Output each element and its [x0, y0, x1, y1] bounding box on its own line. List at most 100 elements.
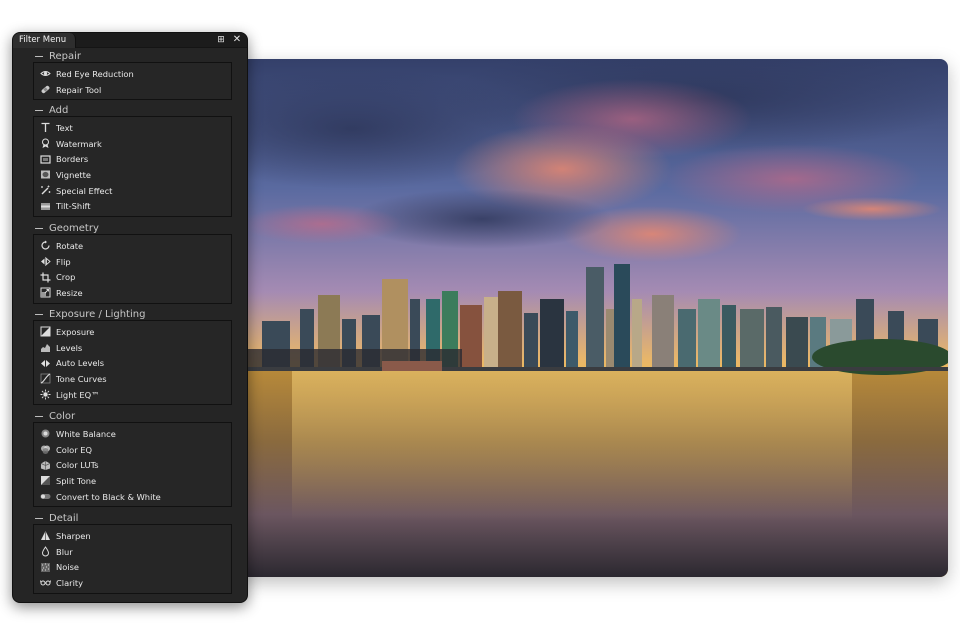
section-title: Geometry [49, 222, 99, 234]
section-items: Exposure Levels Auto Levels Tone Curves Ligh… [33, 320, 232, 406]
filter-menu-panel: Filter Menu ⊞ ✕ Repair Red Eye Reduction R… [12, 32, 248, 603]
filter-item-label: White Balance [56, 428, 116, 439]
magic-wand-icon [40, 185, 51, 196]
color-eq-icon [40, 444, 51, 455]
resize-icon [40, 287, 51, 298]
filter-item-borders[interactable]: Borders [34, 151, 231, 167]
filter-item-label: Auto Levels [56, 358, 105, 369]
pin-icon[interactable]: ⊞ [215, 34, 227, 46]
section-title: Detail [49, 512, 79, 524]
black-white-icon [40, 491, 51, 502]
filter-item-light-eq[interactable]: Light EQ™ [34, 387, 231, 403]
filter-item-label: Sharpen [56, 530, 91, 541]
section-color: Color White Balance Color EQ Color LUTs Spli… [33, 410, 232, 508]
filter-item-label: Special Effect [56, 185, 113, 196]
filter-item-sharpen[interactable]: Sharpen [34, 528, 231, 544]
filter-item-label: Flip [56, 256, 71, 267]
filter-item-flip[interactable]: Flip [34, 254, 231, 270]
filter-item-label: Crop [56, 272, 76, 283]
collapse-icon[interactable] [35, 313, 43, 315]
section-header[interactable]: Add [33, 104, 232, 116]
filter-item-repair-tool[interactable]: Repair Tool [34, 82, 231, 98]
filter-item-label: Watermark [56, 138, 102, 149]
white-balance-icon [40, 428, 51, 439]
filter-item-resize[interactable]: Resize [34, 285, 231, 301]
section-header[interactable]: Color [33, 410, 232, 422]
levels-icon [40, 342, 51, 353]
color-luts-icon [40, 460, 51, 471]
panel-titlebar[interactable]: Filter Menu ⊞ ✕ [13, 33, 247, 48]
filter-item-label: Repair Tool [56, 84, 102, 95]
filter-item-split-tone[interactable]: Split Tone [34, 473, 231, 489]
panel-title: Filter Menu [13, 33, 77, 48]
light-eq-icon [40, 389, 51, 400]
filter-item-white-balance[interactable]: White Balance [34, 426, 231, 442]
filter-item-crop[interactable]: Crop [34, 269, 231, 285]
section-title: Add [49, 104, 69, 116]
section-add: Add Text Watermark Borders Vignette Special E… [33, 104, 232, 218]
filter-item-label: Tilt-Shift [56, 201, 91, 212]
filter-item-blur[interactable]: Blur [34, 544, 231, 560]
filter-item-tone-curves[interactable]: Tone Curves [34, 371, 231, 387]
section-header[interactable]: Detail [33, 512, 232, 524]
section-header[interactable]: Repair [33, 50, 232, 62]
filter-item-vignette[interactable]: Vignette [34, 167, 231, 183]
bandage-icon [40, 84, 51, 95]
collapse-icon[interactable] [35, 55, 43, 57]
filter-item-label: Color LUTs [56, 460, 99, 471]
city-skyline-photo [232, 59, 948, 577]
split-tone-icon [40, 475, 51, 486]
section-items: Text Watermark Borders Vignette Special Effe… [33, 116, 232, 218]
close-icon[interactable]: ✕ [231, 34, 243, 46]
eye-icon [40, 68, 51, 79]
filter-item-watermark[interactable]: Watermark [34, 136, 231, 152]
filter-item-label: Text [56, 122, 73, 133]
filter-item-label: Rotate [56, 240, 84, 251]
collapse-icon[interactable] [35, 415, 43, 417]
section-items: Rotate Flip Crop Resize [33, 234, 232, 304]
section-title: Color [49, 410, 76, 422]
section-title: Repair [49, 50, 82, 62]
filter-item-levels[interactable]: Levels [34, 340, 231, 356]
filter-item-convert-to-black-white[interactable]: Convert to Black & White [34, 489, 231, 505]
section-exposure-lighting: Exposure / Lighting Exposure Levels Auto Le… [33, 308, 232, 406]
collapse-icon[interactable] [35, 517, 43, 519]
filter-item-color-luts[interactable]: Color LUTs [34, 457, 231, 473]
filter-item-label: Split Tone [56, 475, 97, 486]
filter-item-exposure[interactable]: Exposure [34, 324, 231, 340]
filter-item-label: Convert to Black & White [56, 491, 161, 502]
collapse-icon[interactable] [35, 109, 43, 111]
section-title: Exposure / Lighting [49, 308, 146, 320]
section-header[interactable]: Geometry [33, 222, 232, 234]
filter-item-label: Light EQ™ [56, 389, 100, 400]
rotate-icon [40, 240, 51, 251]
filter-item-special-effect[interactable]: Special Effect [34, 183, 231, 199]
photo-canvas[interactable] [232, 59, 948, 577]
filter-item-label: Noise [56, 562, 80, 573]
filter-item-label: Blur [56, 546, 73, 557]
flip-icon [40, 256, 51, 267]
text-icon [40, 122, 51, 133]
filter-item-label: Exposure [56, 326, 95, 337]
collapse-icon[interactable] [35, 227, 43, 229]
section-header[interactable]: Exposure / Lighting [33, 308, 232, 320]
filter-item-color-eq[interactable]: Color EQ [34, 442, 231, 458]
section-items: Red Eye Reduction Repair Tool [33, 62, 232, 101]
sharpen-icon [40, 530, 51, 541]
tilt-shift-icon [40, 201, 51, 212]
filter-item-text[interactable]: Text [34, 120, 231, 136]
filter-item-clarity[interactable]: Clarity [34, 575, 231, 591]
watermark-icon [40, 138, 51, 149]
crop-icon [40, 272, 51, 283]
filter-item-rotate[interactable]: Rotate [34, 238, 231, 254]
section-items: White Balance Color EQ Color LUTs Split Ton… [33, 422, 232, 508]
blur-drop-icon [40, 546, 51, 557]
filter-item-tilt-shift[interactable]: Tilt-Shift [34, 198, 231, 214]
filter-item-label: Borders [56, 154, 89, 165]
filter-item-red-eye-reduction[interactable]: Red Eye Reduction [34, 66, 231, 82]
filter-item-noise[interactable]: Noise [34, 559, 231, 575]
filter-item-label: Red Eye Reduction [56, 68, 134, 79]
filter-item-auto-levels[interactable]: Auto Levels [34, 355, 231, 371]
filter-item-label: Resize [56, 287, 83, 298]
clarity-glasses-icon [40, 577, 51, 588]
